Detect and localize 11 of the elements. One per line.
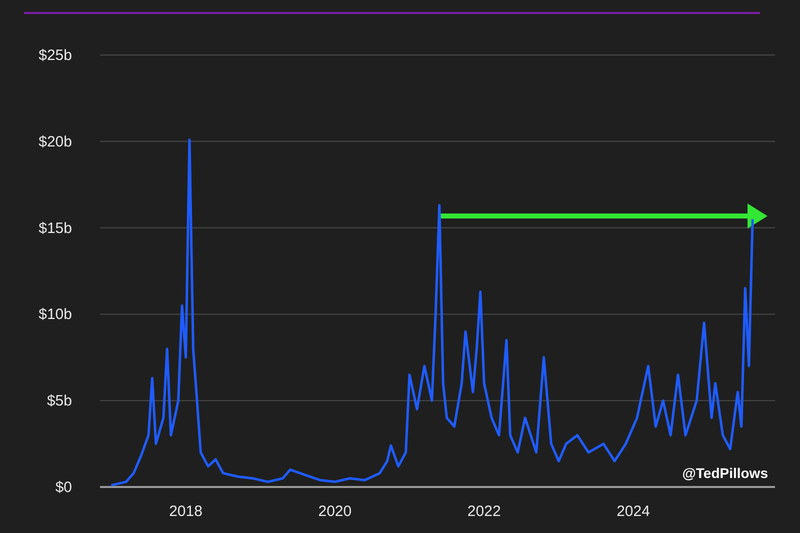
y-axis-label: $15b [38, 220, 72, 237]
x-axis-label: 2020 [318, 503, 352, 520]
y-axis-label: $10b [38, 306, 72, 324]
author-credit: @TedPillows [682, 465, 768, 481]
x-axis-label: 2022 [467, 503, 501, 520]
x-axis-label: 2018 [169, 503, 202, 520]
y-axis-label: $25b [38, 47, 72, 64]
y-axis-label: $20b [38, 133, 72, 150]
y-axis-label: $0 [55, 479, 72, 496]
y-axis-label: $5b [46, 392, 72, 410]
x-axis-label: 2024 [616, 503, 650, 520]
